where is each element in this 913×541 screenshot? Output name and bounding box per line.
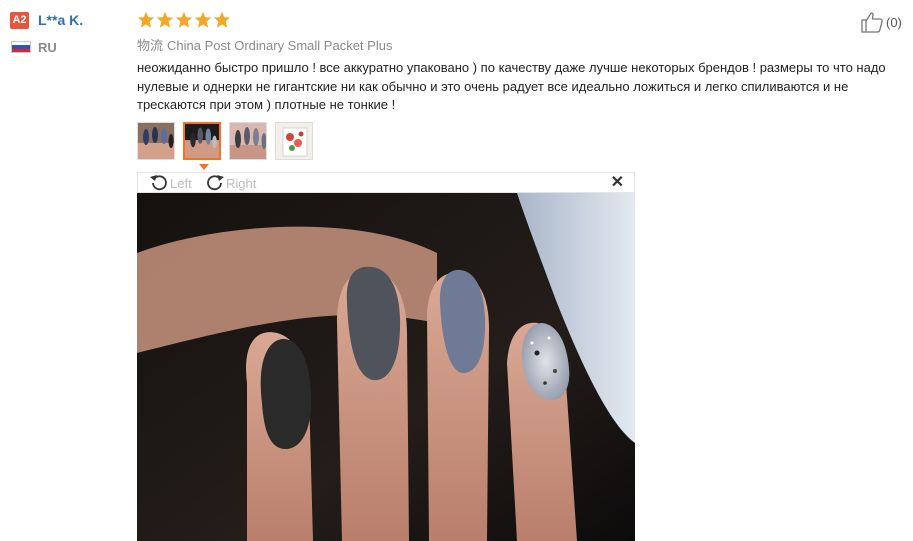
rotate-left-label: Left: [170, 175, 192, 191]
nails-photo-thumbnail: [185, 124, 219, 158]
thumbnail-1[interactable]: [137, 122, 175, 160]
shipping-info: 物流 China Post Ordinary Small Packet Plus: [137, 35, 392, 54]
close-icon[interactable]: ✕: [611, 173, 624, 193]
shipping-method: China Post Ordinary Small Packet Plus: [167, 38, 393, 53]
image-viewer-toolbar: Left Right ✕: [137, 172, 635, 193]
photo-thumbnails: [137, 122, 313, 160]
helpful-button[interactable]: (0): [860, 11, 902, 33]
thumbnail-4[interactable]: [275, 122, 313, 160]
thumbnail-2[interactable]: [183, 122, 221, 160]
rotate-right-button[interactable]: Right: [204, 173, 256, 193]
star-icon: [213, 11, 231, 28]
nails-photo: [137, 193, 635, 541]
star-icon: [156, 11, 174, 28]
review-text: неожиданно быстро пришло ! все аккуратно…: [137, 60, 886, 112]
helpful-count: (0): [886, 14, 902, 30]
rotate-left-icon: [150, 175, 167, 191]
rotate-right-icon: [207, 175, 224, 191]
package-photo-thumbnail: [276, 123, 312, 159]
nails-photo-thumbnail: [138, 123, 174, 159]
shipping-label: 物流: [137, 38, 164, 53]
reviewer-name[interactable]: L**a K.: [38, 12, 83, 28]
thumbnail-3[interactable]: [229, 122, 267, 160]
rotate-right-label: Right: [226, 175, 257, 191]
level-badge: A2: [10, 12, 29, 29]
review-photo: [137, 193, 635, 541]
star-icon: [175, 11, 193, 28]
reviewer-country: RU: [38, 40, 57, 55]
nails-photo-thumbnail: [230, 123, 266, 159]
rotate-left-button[interactable]: Left: [148, 173, 192, 193]
star-icon: [194, 11, 212, 28]
active-thumbnail-indicator: [199, 164, 209, 170]
russia-flag-icon: [11, 41, 31, 53]
star-icon: [137, 11, 155, 28]
star-rating: [137, 11, 231, 29]
thumbs-up-icon: [861, 12, 883, 33]
